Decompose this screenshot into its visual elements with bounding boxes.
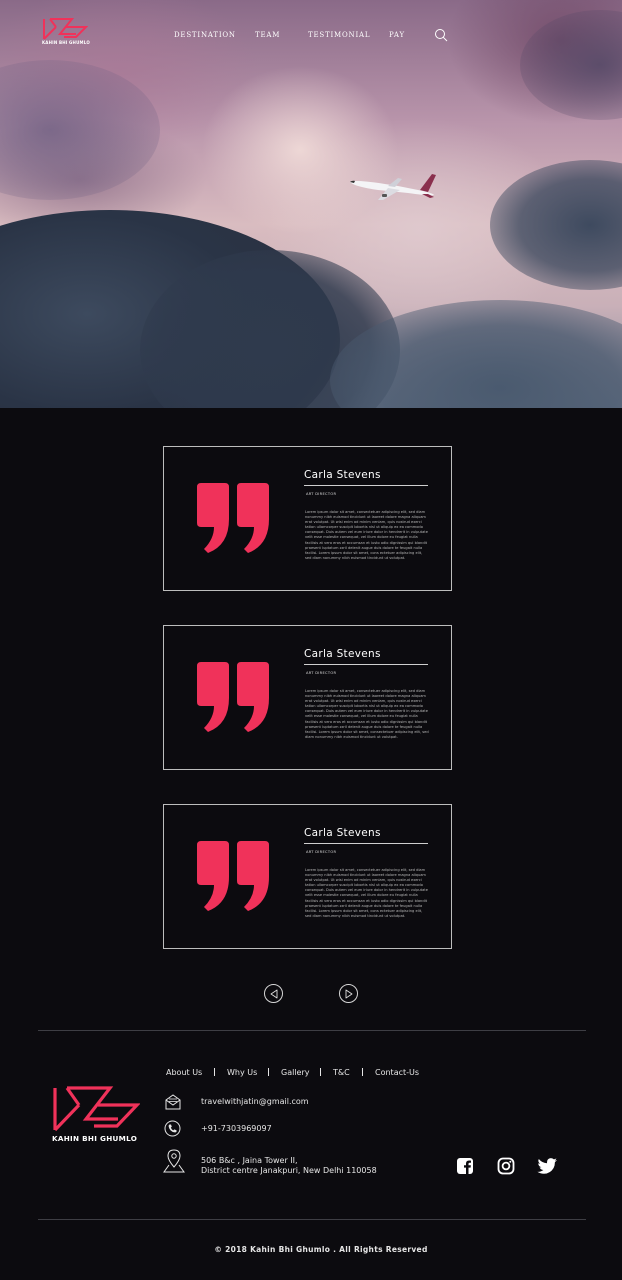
previous-button[interactable] (264, 984, 283, 1003)
hero-banner: KAHIN BHI GHUMLO DESTINATION TEAM TESTIM… (0, 0, 622, 408)
brand-name: KAHIN BHI GHUMLO (42, 40, 90, 45)
testimonial-role: ART DIRECTOR (306, 671, 337, 675)
cloud-shape (0, 60, 160, 200)
footer-link-tc[interactable]: T&C (333, 1068, 350, 1077)
divider (304, 664, 428, 665)
testimonial-role: ART DIRECTOR (306, 492, 337, 496)
link-separator (268, 1068, 269, 1076)
link-separator (320, 1068, 321, 1076)
search-icon[interactable] (434, 28, 448, 42)
quote-icon (197, 483, 269, 553)
link-separator (362, 1068, 363, 1076)
top-navigation: KAHIN BHI GHUMLO DESTINATION TEAM TESTIM… (0, 0, 622, 70)
testimonial-name: Carla Stevens (304, 827, 381, 839)
footer-brand-logo[interactable]: KAHIN BHI GHUMLO (52, 1086, 142, 1146)
testimonial-text: Lorem ipsum dolor sit amet, consectetuer… (305, 689, 429, 739)
footer-divider (38, 1030, 586, 1031)
logo-mark-icon (53, 1086, 140, 1132)
nav-link-testimonial[interactable]: TESTIMONIAL (308, 31, 370, 39)
quote-icon (197, 662, 269, 732)
nav-link-destination[interactable]: DESTINATION (174, 31, 236, 39)
cloud-shape (490, 160, 622, 290)
play-left-icon (270, 989, 278, 999)
testimonial-text: Lorem ipsum dolor sit amet, consectetuer… (305, 868, 428, 918)
testimonial-name: Carla Stevens (304, 469, 381, 481)
contact-phone[interactable]: +91-7303969097 (201, 1123, 272, 1134)
next-button[interactable] (339, 984, 358, 1003)
testimonial-text: Lorem ipsum dolor sit amet, consectetuer… (305, 510, 428, 560)
contact-address-line2: District centre Janakpuri, New Delhi 110… (201, 1166, 377, 1175)
divider (304, 843, 428, 844)
link-separator (214, 1068, 215, 1076)
nav-link-pay[interactable]: PAY (389, 31, 405, 39)
footer-link-contact-us[interactable]: Contact-Us (375, 1068, 419, 1077)
footer-link-gallery[interactable]: Gallery (281, 1068, 310, 1077)
testimonial-role: ART DIRECTOR (306, 850, 337, 854)
testimonial-card: Carla Stevens ART DIRECTOR Lorem ipsum d… (163, 446, 452, 591)
testimonial-card: Carla Stevens ART DIRECTOR Lorem ipsum d… (163, 804, 452, 949)
airplane-icon (350, 174, 436, 200)
contact-email[interactable]: travelwithjatin@gmail.com (201, 1096, 309, 1107)
phone-icon (164, 1120, 181, 1137)
brand-logo[interactable]: KAHIN BHI GHUMLO (42, 18, 90, 48)
footer-link-why-us[interactable]: Why Us (227, 1068, 257, 1077)
play-right-icon (345, 989, 353, 999)
copyright-text: © 2018 Kahin Bhi Ghumlo . All Rights Res… (214, 1245, 428, 1254)
logo-mark-icon (43, 18, 88, 40)
testimonial-name: Carla Stevens (304, 648, 381, 660)
footer-divider (38, 1219, 586, 1220)
testimonial-card: Carla Stevens ART DIRECTOR Lorem ipsum d… (163, 625, 452, 770)
instagram-icon[interactable] (497, 1157, 515, 1175)
divider (304, 485, 428, 486)
footer-link-about-us[interactable]: About Us (166, 1068, 202, 1077)
email-icon (165, 1094, 181, 1110)
nav-link-team[interactable]: TEAM (255, 31, 280, 39)
location-pin-icon (163, 1149, 185, 1173)
quote-icon (197, 841, 269, 911)
twitter-icon[interactable] (537, 1157, 558, 1175)
brand-name: KAHIN BHI GHUMLO (52, 1134, 138, 1143)
facebook-icon[interactable] (456, 1157, 474, 1175)
